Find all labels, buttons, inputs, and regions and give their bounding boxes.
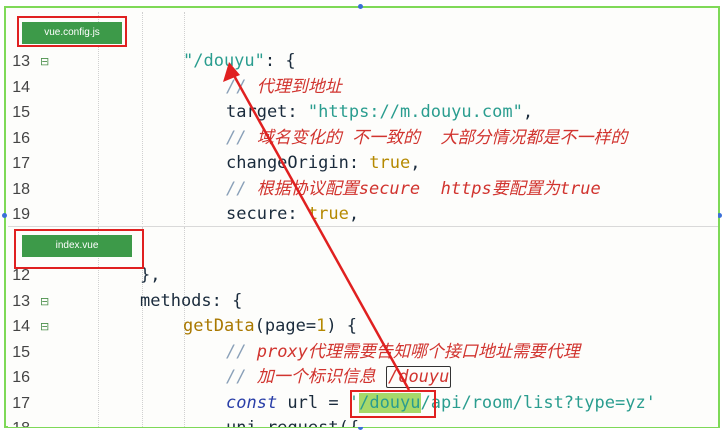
code-token: // (226, 76, 257, 97)
tab-highlight-box (17, 16, 127, 47)
code-text: changeOrigin: true, (226, 151, 421, 176)
code-text: // 根据协议配置secure https要配置为true (226, 177, 601, 202)
code-line[interactable]: 16 // 域名变化的 不一致的 大部分情况都是不一样的 (8, 126, 718, 151)
line-number: 19 (12, 206, 30, 223)
code-text: target: "https://m.douyu.com", (226, 100, 533, 125)
code-text: const url = '/douyu/api/room/list?type=y… (226, 391, 656, 416)
code-text: // 代理到地址 (226, 75, 342, 100)
resize-handle-left[interactable] (2, 213, 7, 218)
code-line[interactable]: 14 // 代理到地址 (8, 75, 718, 100)
code-text: methods: { (140, 289, 242, 314)
fold-toggle-icon[interactable]: ⊟ (40, 49, 49, 74)
code-text: getData(page=1) { (183, 314, 357, 339)
code-text: // proxy代理需要告知哪个接口地址需要代理 (226, 340, 580, 365)
code-line[interactable]: 16 // 加一个标识信息 /douyu (8, 365, 718, 390)
code-line[interactable]: 13 ⊟ "/douyu": { (8, 49, 718, 74)
code-text: "/douyu": { (183, 49, 296, 74)
code-token: , (348, 204, 360, 224)
code-line[interactable]: 15 target: "https://m.douyu.com", (8, 100, 718, 125)
line-number: 17 (12, 394, 30, 412)
code-text: // 域名变化的 不一致的 大部分情况都是不一样的 (226, 126, 627, 151)
code-token: /api/room/list?type=yz' (420, 392, 656, 413)
code-token: "https://m.douyu.com" (307, 102, 523, 122)
line-number: 16 (12, 369, 30, 386)
line-number: 15 (12, 343, 30, 361)
code-token: // (226, 367, 257, 387)
code-token: // (226, 127, 257, 148)
code-token: 根据协议配置secure https要配置为true (256, 178, 601, 199)
url-prefix-highlight-box (350, 390, 436, 418)
line-number: 17 (12, 155, 30, 172)
code-line[interactable]: 15 // proxy代理需要告知哪个接口地址需要代理 (8, 340, 718, 365)
code-token: uni.request({ (226, 418, 359, 427)
code-token: /douyu (385, 366, 452, 388)
line-number: 13 (12, 53, 30, 70)
code-token: // (226, 178, 257, 199)
code-line[interactable]: 13 ⊟ methods: { (8, 289, 718, 314)
code-token: (page= (254, 316, 317, 336)
code-token: , (410, 153, 421, 173)
code-token: : { (264, 51, 296, 71)
code-token: url = (277, 392, 349, 413)
fold-toggle-icon[interactable]: ⊟ (40, 289, 49, 314)
code-line[interactable]: 17 changeOrigin: true, (8, 151, 718, 176)
code-token: target: (226, 102, 308, 122)
code-text: secure: true, (226, 202, 359, 224)
code-token: 域名变化的 不一致的 大部分情况都是不一样的 (256, 127, 628, 148)
code-token: // (226, 341, 257, 362)
code-line[interactable]: 19 secure: true, (8, 202, 718, 224)
code-line[interactable]: 14 ⊟ getData(page=1) { (8, 314, 718, 339)
line-number: 14 (12, 78, 30, 96)
code-token: "/douyu" (183, 51, 265, 71)
resize-handle-top[interactable] (358, 4, 363, 9)
code-line[interactable]: 18 // 根据协议配置secure https要配置为true (8, 177, 718, 202)
code-token: const (226, 392, 278, 413)
line-number: 14 (12, 318, 30, 335)
code-token: getData (183, 316, 255, 336)
code-token: true (307, 204, 349, 224)
code-token: , (522, 102, 534, 122)
line-number: 18 (8, 416, 30, 427)
tab-highlight-box (14, 229, 144, 269)
line-number: 15 (12, 104, 30, 121)
code-token: secure: (226, 204, 308, 224)
code-token: true (369, 153, 411, 173)
code-token: 加一个标识信息 (256, 367, 386, 387)
line-number: 13 (12, 292, 30, 310)
code-token: changeOrigin: (226, 153, 370, 173)
code-token: 代理到地址 (256, 76, 342, 97)
code-token: proxy代理需要告知哪个接口地址需要代理 (256, 341, 580, 362)
code-token: 1 (316, 316, 327, 336)
line-number: 18 (12, 180, 30, 198)
code-text: uni.request({ (226, 416, 359, 427)
code-token: ) { (326, 316, 358, 336)
fold-toggle-icon[interactable]: ⊟ (40, 314, 49, 339)
line-number: 16 (12, 129, 30, 147)
code-token: methods: { (140, 290, 243, 311)
code-text: // 加一个标识信息 /douyu (226, 365, 452, 390)
